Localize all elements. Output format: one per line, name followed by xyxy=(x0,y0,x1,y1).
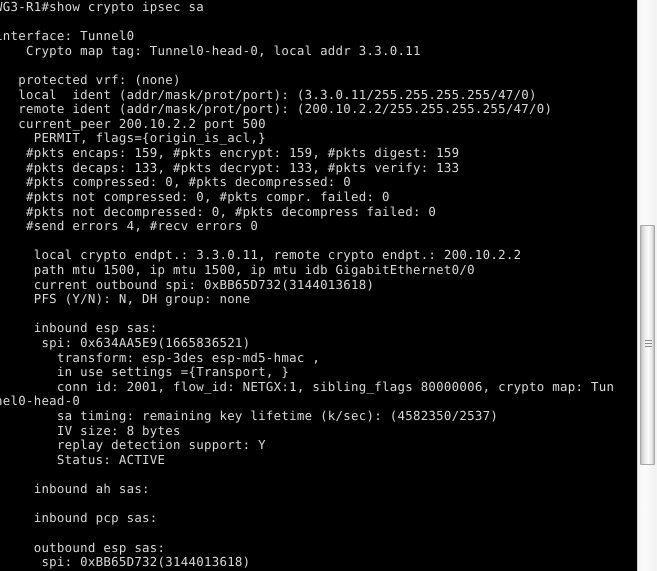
terminal-line: interface: Tunnel0 xyxy=(0,28,135,44)
terminal-line: path mtu 1500, ip mtu 1500, ip mtu idb G… xyxy=(0,261,475,277)
terminal-line: nel0-head-0 xyxy=(0,393,81,409)
terminal-line: #send errors 4, #recv errors 0 xyxy=(0,218,259,234)
scrollbar-grip-icon xyxy=(645,340,652,350)
terminal-line: #pkts not decompressed: 0, #pkts decompr… xyxy=(0,203,437,219)
terminal-line: #pkts not compressed: 0, #pkts compr. fa… xyxy=(0,188,390,204)
terminal-line: remote ident (addr/mask/prot/port): (200… xyxy=(0,101,553,117)
terminal-line: WG3-R1#show crypto ipsec sa xyxy=(0,0,204,14)
terminal-line: local crypto endpt.: 3.3.0.11, remote cr… xyxy=(0,247,522,263)
terminal-line: spi: 0x634AA5E9(1665836521) xyxy=(0,335,251,351)
terminal-line: Status: ACTIVE xyxy=(0,451,166,467)
terminal-line: Crypto map tag: Tunnel0-head-0, local ad… xyxy=(0,42,421,58)
terminal-line: PFS (Y/N): N, DH group: none xyxy=(0,291,251,307)
terminal-line: current outbound spi: 0xBB65D732(3144013… xyxy=(0,276,375,292)
terminal-line: inbound pcp sas: xyxy=(0,510,158,526)
terminal-line: #pkts compressed: 0, #pkts decompressed:… xyxy=(0,174,352,190)
terminal-line: outbound esp sas: xyxy=(0,539,166,555)
terminal-line: inbound esp sas: xyxy=(0,320,158,336)
terminal-line: replay detection support: Y xyxy=(0,437,266,453)
terminal-line: conn id: 2001, flow_id: NETGX:1, sibling… xyxy=(0,378,615,394)
terminal-line: current_peer 200.10.2.2 port 500 xyxy=(0,115,266,131)
terminal-line: in use settings ={Transport, } xyxy=(0,364,290,380)
terminal-line: protected vrf: (none) xyxy=(0,72,181,88)
terminal-line: local ident (addr/mask/prot/port): (3.3.… xyxy=(0,86,537,102)
terminal-line: spi: 0xBB65D732(3144013618) xyxy=(0,554,251,570)
terminal-line: transform: esp-3des esp-md5-hmac , xyxy=(0,349,321,365)
terminal-line: #pkts encaps: 159, #pkts encrypt: 159, #… xyxy=(0,145,460,161)
terminal-output-pane[interactable]: WG3-R1#show crypto ipsec sa interface: T… xyxy=(0,0,637,571)
terminal-line: sa timing: remaining key lifetime (k/sec… xyxy=(0,408,499,424)
scrollbar-thumb[interactable] xyxy=(640,225,655,465)
terminal-line: inbound ah sas: xyxy=(0,481,150,497)
terminal-line: PERMIT, flags={origin_is_acl,} xyxy=(0,130,266,146)
terminal-line: IV size: 8 bytes xyxy=(0,422,181,438)
terminal-text: WG3-R1#show crypto ipsec sa interface: T… xyxy=(0,0,637,571)
terminal-line: #pkts decaps: 133, #pkts decrypt: 133, #… xyxy=(0,159,460,175)
terminal-window: WG3-R1#show crypto ipsec sa interface: T… xyxy=(0,0,657,571)
